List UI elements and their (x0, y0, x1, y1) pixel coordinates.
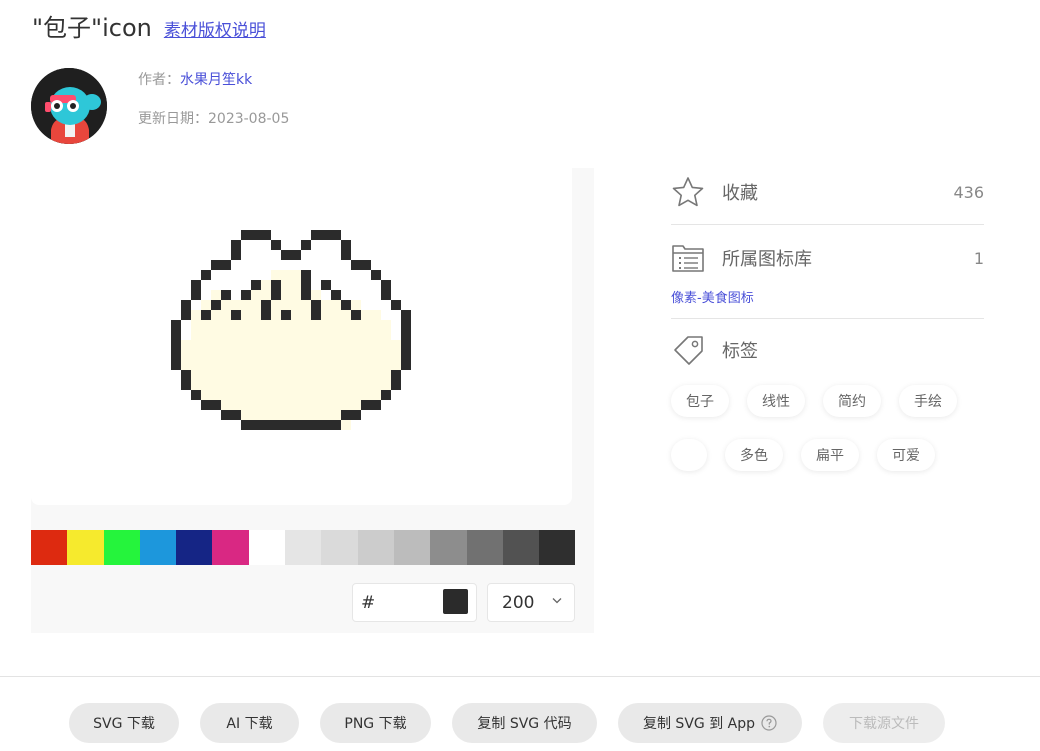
ai-download-button[interactable]: AI 下载 (200, 703, 299, 743)
date-value: 2023-08-05 (208, 111, 290, 127)
color-swatch[interactable] (502, 530, 540, 565)
tags-header: 标签 (671, 319, 984, 381)
author-line: 作者：水果月笙kk (138, 69, 252, 89)
size-value: 200 (502, 593, 535, 613)
tag-item[interactable]: 线性 (747, 385, 805, 417)
tag-icon (671, 333, 705, 367)
color-swatch[interactable] (212, 530, 249, 565)
tags-label: 标签 (722, 341, 758, 362)
color-swatch[interactable] (248, 530, 286, 565)
tag-item[interactable]: 简约 (823, 385, 881, 417)
chevron-down-icon (552, 598, 562, 604)
color-swatch[interactable] (393, 530, 431, 565)
color-swatch[interactable] (539, 530, 576, 565)
avatar[interactable] (31, 68, 107, 144)
hex-prefix: # (361, 593, 376, 613)
library-count: 1 (973, 248, 984, 268)
download-source-button[interactable]: 下载源文件 (823, 703, 945, 743)
avatar-image (31, 68, 107, 144)
star-icon[interactable] (671, 175, 705, 209)
copy-svg-to-app-button[interactable]: 复制 SVG 到 App (618, 703, 802, 743)
license-link[interactable]: 素材版权说明 (164, 16, 266, 41)
color-swatch[interactable] (466, 530, 503, 565)
favorite-count: 436 (953, 182, 984, 202)
baozi-pixel-icon (171, 230, 411, 430)
svg-download-button[interactable]: SVG 下载 (69, 703, 179, 743)
copy-svg-to-app-label: 复制 SVG 到 App (642, 716, 755, 732)
color-swatch[interactable] (357, 530, 394, 565)
library-label: 所属图标库 (722, 249, 812, 270)
date-prefix: 更新日期： (138, 111, 208, 127)
author-link[interactable]: 水果月笙kk (180, 72, 252, 88)
icon-preview-card (31, 168, 572, 505)
download-actions: SVG 下载 AI 下载 PNG 下载 复制 SVG 代码 复制 SVG 到 A… (69, 703, 945, 743)
title-row: "包子"icon 素材版权说明 (32, 8, 266, 43)
tag-item[interactable]: 扁平 (801, 439, 859, 471)
tag-item[interactable]: 多色 (725, 439, 783, 471)
tag-item[interactable]: 手绘 (899, 385, 957, 417)
color-swatch[interactable] (139, 530, 177, 565)
page-title: "包子"icon (32, 14, 152, 42)
actions-divider (0, 676, 1040, 677)
color-palette (31, 530, 576, 565)
icon-editor-panel: # 200 (31, 168, 594, 633)
color-swatch[interactable] (31, 530, 68, 565)
library-row: 所属图标库 1 (671, 237, 984, 279)
size-select[interactable]: 200 (487, 583, 575, 622)
favorite-row[interactable]: 收藏 436 (671, 160, 984, 225)
color-swatch[interactable] (67, 530, 104, 565)
update-date: 更新日期：2023-08-05 (138, 108, 289, 128)
tag-item[interactable]: 可爱 (877, 439, 935, 471)
color-swatch[interactable] (430, 530, 467, 565)
color-swatch[interactable] (103, 530, 140, 565)
help-icon[interactable] (761, 715, 777, 731)
color-swatch[interactable] (321, 530, 358, 565)
folder-icon (671, 241, 705, 275)
author-prefix: 作者： (138, 72, 180, 88)
copy-svg-code-button[interactable]: 复制 SVG 代码 (452, 703, 597, 743)
color-swatch[interactable] (285, 530, 322, 565)
tag-item[interactable]: 包子 (671, 385, 729, 417)
hex-color-input[interactable]: # (352, 583, 477, 622)
favorite-label: 收藏 (722, 183, 758, 204)
color-swatch[interactable] (176, 530, 213, 565)
library-section: 所属图标库 1 像素-美食图标 (671, 225, 984, 319)
library-link[interactable]: 像素-美食图标 (671, 287, 984, 306)
current-color-chip[interactable] (443, 589, 468, 614)
png-download-button[interactable]: PNG 下载 (320, 703, 431, 743)
tag-list: 包子 线性 简约 手绘 多色 扁平 可爱 (671, 385, 984, 471)
icon-info-sidebar: 收藏 436 所属图标库 1 像素-美食图标 标签 包子 线性 简约 手绘 多色… (671, 160, 984, 471)
tag-item[interactable] (671, 439, 707, 471)
